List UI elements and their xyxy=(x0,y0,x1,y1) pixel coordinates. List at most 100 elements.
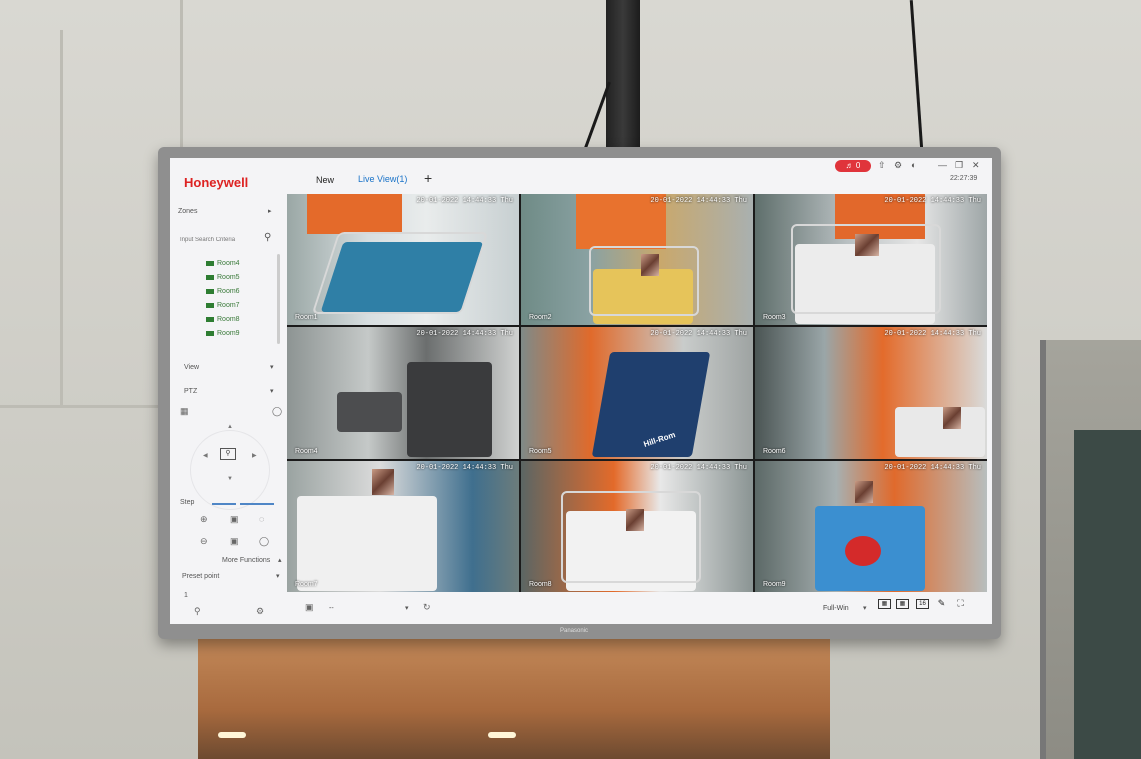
camera-label: Room4 xyxy=(295,447,318,455)
white-sheets xyxy=(297,495,437,591)
camera-icon xyxy=(206,302,214,308)
camera-tile[interactable]: 20-01-2022 14:44:33 Thu Room4 xyxy=(287,327,519,459)
arrow-right-icon[interactable]: ▶ xyxy=(252,452,257,459)
camera-tile[interactable]: 20-01-2022 14:44:33 Thu Room8 xyxy=(521,460,753,592)
timestamp: 20-01-2022 14:44:33 Thu xyxy=(884,197,981,205)
layout-16-button[interactable]: 16 xyxy=(916,599,929,609)
minimize-icon[interactable]: — xyxy=(938,160,947,170)
stream-select[interactable]: -- xyxy=(329,605,334,612)
chevron-down-icon[interactable]: ▾ xyxy=(863,604,867,612)
mouse-icon[interactable]: ◯ xyxy=(272,406,282,417)
camera-icon xyxy=(206,316,214,322)
iris-close-icon[interactable]: ◯ xyxy=(259,536,269,547)
close-icon[interactable]: ✕ xyxy=(972,160,980,171)
camera-icon xyxy=(206,260,214,266)
chevron-up-icon[interactable]: ▴ xyxy=(278,556,282,564)
ptz-direction-pad[interactable] xyxy=(190,430,270,510)
restore-icon[interactable]: ❐ xyxy=(955,160,963,171)
camera-tile[interactable]: 20-01-2022 14:44:33 Thu Room2 xyxy=(521,194,753,326)
timestamp: 20-01-2022 14:44:33 Thu xyxy=(416,463,513,472)
iris-open-icon[interactable]: ◌ xyxy=(259,514,264,524)
edit-icon[interactable]: ✎ xyxy=(935,599,948,609)
alarm-badge[interactable]: ♬ 0 xyxy=(835,160,871,172)
camera-tile[interactable]: 20-01-2022 14:44:33 Thu Room6 xyxy=(755,327,987,459)
search-input[interactable] xyxy=(180,234,276,246)
sidebar: Zones ▸ ⚲ Room4 Room5 Room6 Room7 Room8 … xyxy=(170,194,286,624)
add-tab-button[interactable]: + xyxy=(424,170,432,186)
more-functions-label[interactable]: More Functions xyxy=(222,557,270,564)
alarm-count: 0 xyxy=(855,161,861,170)
ceiling-lamp xyxy=(218,732,246,738)
tab-live-view[interactable]: Live View(1) xyxy=(358,174,407,184)
camera-icon xyxy=(206,274,214,280)
focus-near-icon[interactable]: ▣ xyxy=(230,514,239,525)
view-label[interactable]: View xyxy=(184,364,199,371)
camera-item[interactable]: Room9 xyxy=(206,330,240,337)
chevron-down-icon[interactable]: ▾ xyxy=(405,604,409,612)
arrow-down-icon[interactable]: ▼ xyxy=(227,476,233,482)
sidebar-scrollbar[interactable] xyxy=(277,254,280,344)
camera-tile[interactable]: 20-01-2022 14:44:33 Thu Room3 xyxy=(755,194,987,326)
gauge-icon[interactable]: ◐ xyxy=(911,160,916,170)
arrow-up-icon[interactable]: ▲ xyxy=(227,424,233,430)
camera-item[interactable]: Room6 xyxy=(206,288,240,295)
search-icon[interactable]: ⚲ xyxy=(264,232,271,243)
camera-icon xyxy=(206,330,214,336)
chevron-right-icon[interactable]: ▸ xyxy=(268,207,272,215)
camera-item[interactable]: Room7 xyxy=(206,302,240,309)
grid-icon[interactable]: ▦ xyxy=(180,406,189,417)
camera-label: Room2 xyxy=(529,314,552,322)
clock: 22:27:39 xyxy=(950,175,978,182)
privacy-blur xyxy=(855,480,873,503)
speaker-icon: ♬ xyxy=(845,161,854,170)
gear-icon[interactable]: ⚙ xyxy=(894,160,902,171)
timestamp: 20-01-2022 14:44:33 Thu xyxy=(884,463,981,472)
save-icon[interactable]: ▣ xyxy=(305,602,314,613)
bed-rail xyxy=(561,490,701,583)
wall-seam xyxy=(0,405,158,408)
timestamp: 20-01-2022 14:44:33 Thu xyxy=(650,463,747,472)
layout-4-icon[interactable]: ▦ xyxy=(878,599,891,609)
honeywell-logo: Honeywell xyxy=(184,175,249,190)
timestamp: 20-01-2022 14:44:33 Thu xyxy=(650,330,747,339)
chevron-down-icon[interactable]: ▾ xyxy=(270,363,274,371)
timestamp: 20-01-2022 14:44:33 Thu xyxy=(416,197,513,205)
step-slider[interactable] xyxy=(240,503,274,505)
settings-icon[interactable]: ⚙ xyxy=(256,606,264,617)
camera-tile[interactable]: 20-01-2022 14:44:33 Thu Room1 xyxy=(287,194,519,326)
preset-point-label: Preset point xyxy=(182,573,220,580)
camera-tile[interactable]: 20-01-2022 14:44:33 Thu Room9 xyxy=(755,460,987,592)
white-sheets xyxy=(895,407,985,458)
camera-icon xyxy=(206,288,214,294)
top-bar: Honeywell New Live View(1) + ♬ 0 ⇧ ⚙ ◐ —… xyxy=(170,158,992,194)
camera-label: Room3 xyxy=(763,314,786,322)
timestamp: 20-01-2022 14:44:33 Thu xyxy=(416,330,513,339)
chevron-down-icon[interactable]: ▾ xyxy=(276,572,280,580)
location-pin-icon[interactable]: ⚲ xyxy=(194,606,201,617)
zoom-in-icon[interactable]: ⊕ xyxy=(200,514,208,525)
chevron-down-icon[interactable]: ▾ xyxy=(270,387,274,395)
zones-label[interactable]: Zones xyxy=(178,208,197,215)
fullscreen-icon[interactable]: ⛶ xyxy=(954,599,967,609)
step-slider[interactable] xyxy=(212,503,236,505)
refresh-icon[interactable]: ↻ xyxy=(423,602,431,613)
preset-value[interactable]: 1 xyxy=(184,592,188,599)
privacy-blur xyxy=(641,254,659,276)
side-door xyxy=(1040,340,1141,759)
camera-tile[interactable]: Hill-Rom 20-01-2022 14:44:33 Thu Room5 xyxy=(521,327,753,459)
ptz-label[interactable]: PTZ xyxy=(184,388,197,395)
zoom-out-icon[interactable]: ⊖ xyxy=(200,536,208,547)
upload-icon[interactable]: ⇧ xyxy=(878,160,886,171)
camera-item[interactable]: Room8 xyxy=(206,316,240,323)
window-mode-select[interactable]: Full-Win xyxy=(823,605,849,612)
arrow-left-icon[interactable]: ◀ xyxy=(203,452,208,459)
layout-9-icon[interactable]: ▦ xyxy=(896,599,909,609)
camera-item[interactable]: Room4 xyxy=(206,260,240,267)
timestamp: 20-01-2022 14:44:33 Thu xyxy=(884,330,981,339)
camera-tile[interactable]: 20-01-2022 14:44:33 Thu Room7 xyxy=(287,460,519,592)
camera-item[interactable]: Room5 xyxy=(206,274,240,281)
tab-new[interactable]: New xyxy=(316,175,334,185)
zoom-search-icon[interactable]: ⚲ xyxy=(220,448,236,460)
focus-far-icon[interactable]: ▣ xyxy=(230,536,239,547)
camera-label: Room1 xyxy=(295,314,318,322)
